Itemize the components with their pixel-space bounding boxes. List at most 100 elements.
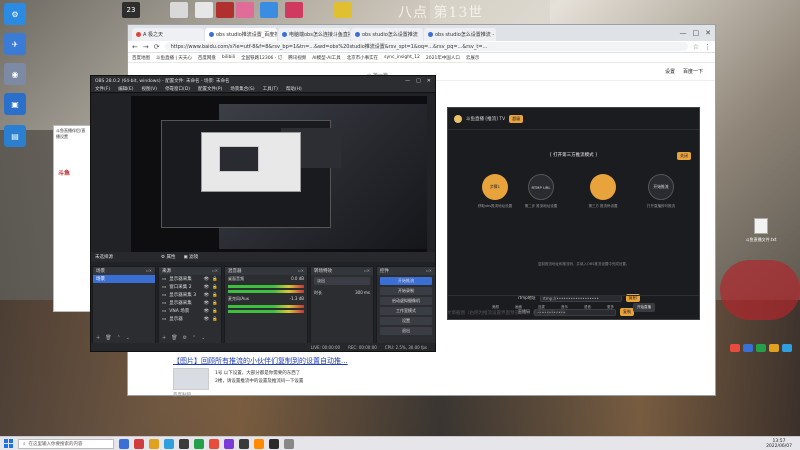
up-icon[interactable]: ⌃ (117, 335, 121, 341)
reload-icon[interactable]: ⟳ (154, 43, 160, 51)
clock[interactable]: 13:57 2022/06/07 (766, 439, 792, 449)
source-item[interactable]: ▭ VNA 场景 👁 🔒 (159, 307, 221, 315)
bookmark-item[interactable]: 2021年中国人口 (426, 55, 460, 61)
scene-item[interactable]: 场景 (93, 275, 155, 283)
obs-menu-item[interactable]: 场景集合(S) (230, 86, 254, 92)
source-filters-button[interactable]: ▣ 滤镜 (183, 254, 198, 260)
visibility-eye-icon[interactable]: 👁 (204, 301, 210, 306)
tray-app-icon[interactable] (756, 344, 766, 352)
lock-icon[interactable]: 🔒 (212, 309, 218, 314)
obs-menu-item[interactable]: 文件(F) (95, 86, 110, 92)
browser-tab[interactable]: obs studio怎么设置推流 - 百度 (424, 28, 496, 41)
menu-icon[interactable]: ⋮ (704, 43, 711, 51)
taskbar-app-icon[interactable] (209, 438, 219, 449)
taskbar-app-icon[interactable] (224, 438, 234, 449)
taskbar-app-icon[interactable] (284, 438, 294, 449)
obs-control-button[interactable]: 开始推流 (380, 277, 432, 285)
visibility-eye-icon[interactable]: 👁 (204, 309, 210, 314)
visibility-eye-icon[interactable]: 👁 (204, 317, 210, 322)
lock-icon[interactable]: 🔒 (212, 285, 218, 290)
remove-scene-icon[interactable]: 🗑 (105, 335, 111, 341)
source-properties-button[interactable]: ⚙ 属性 (161, 254, 175, 260)
taskbar-app-icon[interactable] (194, 438, 204, 449)
desktop-app-icon[interactable]: ✈ (4, 33, 26, 55)
bookmark-item[interactable]: 北京市小事实在 (347, 55, 379, 61)
source-down-icon[interactable]: ⌄ (201, 335, 205, 341)
obs-control-button[interactable]: 启动虚拟摄像机 (380, 297, 432, 305)
lock-icon[interactable]: 🔒 (212, 317, 218, 322)
embedded-screenshot[interactable]: 斗鱼直播 [推流] TV 超级 [ 打开第三方推流模式 ] 关闭 步骤1 获取ob… (447, 107, 700, 320)
lock-icon[interactable]: 🔒 (212, 301, 218, 306)
star-icon[interactable]: ☆ (693, 43, 699, 51)
site-user-link[interactable]: 百度一下 (683, 68, 703, 75)
result-title-link[interactable]: 【图片】回顾所有推流的小伙伴们复制到的设置自动推... (173, 356, 473, 366)
obs-menu-item[interactable]: 视图(V) (141, 86, 157, 92)
lock-icon[interactable]: 🔒 (212, 293, 218, 298)
bookmark-item[interactable]: 腾讯视频 (288, 55, 306, 61)
bookmark-item[interactable]: sync_insight_12 (384, 55, 420, 60)
shortcut-icon[interactable] (170, 2, 188, 18)
bookmark-item[interactable]: AI模型-AI工具 (312, 55, 340, 61)
obs-preview[interactable] (131, 96, 427, 256)
obs-control-button[interactable]: 开始录制 (380, 287, 432, 295)
desktop-app-icon[interactable]: ▣ (4, 93, 26, 115)
source-props-icon[interactable]: ⚙ (183, 335, 187, 341)
source-item[interactable]: ▭ 显示器采集 👁 🔒 (159, 299, 221, 307)
small-window[interactable]: 斗鱼直播伴侣/直播设置 斗鱼 (53, 125, 91, 312)
visibility-eye-icon[interactable]: 👁 (204, 293, 210, 298)
taskbar-app-icon[interactable] (239, 438, 249, 449)
remove-source-icon[interactable]: 🗑 (171, 335, 177, 341)
tray-app-icon[interactable] (743, 344, 753, 352)
transition-select[interactable]: 淡出 (314, 277, 370, 285)
taskbar-app-icon[interactable] (119, 438, 129, 449)
volume-meter[interactable] (228, 305, 304, 308)
obs-menu-item[interactable]: 配置文件(P) (198, 86, 222, 92)
browser-tab[interactable]: A 极之天 (132, 28, 204, 41)
source-item[interactable]: ▭ 显示器采集 3 👁 🔒 (159, 291, 221, 299)
start-icon[interactable] (4, 439, 13, 448)
shortcut-icon[interactable] (260, 2, 278, 18)
browser-tab[interactable]: obs studio推流设置_百度搜索 (205, 28, 277, 41)
source-item[interactable]: ▭ 显示器 👁 🔒 (159, 315, 221, 323)
shortcut-icon[interactable] (334, 2, 352, 18)
tray-app-icon[interactable] (782, 344, 792, 352)
bookmark-item[interactable]: bilibili (222, 55, 235, 60)
source-item[interactable]: ▭ 显示器采集 👁 🔒 (159, 275, 221, 283)
browser-tab[interactable]: obs studio怎么设置推流 (351, 28, 423, 41)
taskbar-app-icon[interactable] (269, 438, 279, 449)
taskbar-app-icon[interactable] (164, 438, 174, 449)
bookmark-item[interactable]: 百度地图 (132, 55, 150, 61)
shortcut-icon[interactable] (195, 2, 213, 18)
shortcut-icon[interactable] (236, 2, 254, 18)
bookmark-item[interactable]: 全国铁路12306 · 订 (241, 55, 282, 61)
maximize-button[interactable]: □ (693, 29, 700, 37)
address-bar[interactable]: https://www.baidu.com/s?ie=utf-8&f=8&rsv… (164, 42, 688, 51)
visibility-eye-icon[interactable]: 👁 (204, 277, 210, 282)
obs-control-button[interactable]: 工作室模式 (380, 307, 432, 315)
result-thumbnail[interactable] (173, 368, 209, 390)
add-source-icon[interactable]: + (162, 335, 166, 341)
tray-app-icon[interactable] (769, 344, 779, 352)
tray-app-icon[interactable] (730, 344, 740, 352)
obs-close-button[interactable]: ✕ (427, 78, 431, 84)
close-button[interactable]: ✕ (705, 29, 711, 37)
obs-menu-item[interactable]: 编辑(E) (118, 86, 133, 92)
shortcut-icon[interactable] (216, 2, 234, 18)
obs-minimize-button[interactable]: — (405, 78, 410, 84)
shortcut-icon[interactable]: 23 (122, 2, 140, 18)
obs-menu-item[interactable]: 帮助(H) (286, 86, 302, 92)
volume-meter[interactable] (228, 290, 304, 293)
add-scene-icon[interactable]: + (96, 335, 100, 341)
bookmark-item[interactable]: 云展示 (466, 55, 480, 61)
source-up-icon[interactable]: ⌃ (192, 335, 196, 341)
obs-control-button[interactable]: 退出 (380, 327, 432, 335)
desktop-app-icon[interactable]: ▤ (4, 125, 26, 147)
lock-icon[interactable]: 🔒 (212, 277, 218, 282)
shortcut-icon[interactable] (285, 2, 303, 18)
obs-menu-item[interactable]: 工具(T) (263, 86, 278, 92)
visibility-eye-icon[interactable]: 👁 (204, 285, 210, 290)
volume-meter[interactable] (228, 310, 304, 313)
duration-value[interactable]: 300 ms (355, 290, 370, 296)
file-icon[interactable] (754, 218, 768, 234)
bookmark-item[interactable]: 百度网盘 (198, 55, 216, 61)
